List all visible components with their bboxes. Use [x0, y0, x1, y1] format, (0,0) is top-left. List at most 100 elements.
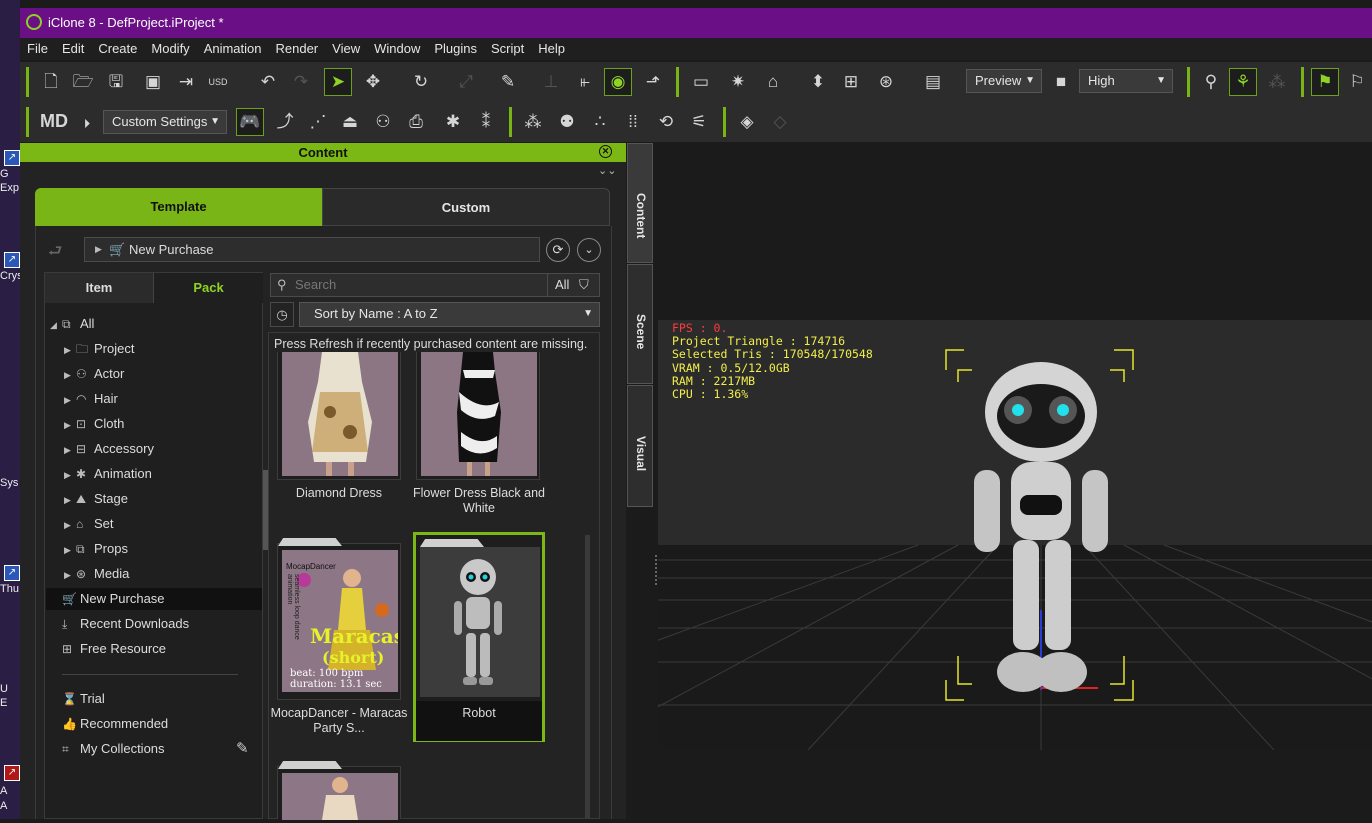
- tab-template[interactable]: Template: [35, 188, 322, 226]
- desktop-shortcut-icon[interactable]: ↗: [4, 565, 20, 581]
- attach-icon[interactable]: ⬏: [640, 69, 666, 95]
- filter-icon[interactable]: ⛉: [579, 274, 589, 296]
- expand-down-icon[interactable]: ⌄: [577, 238, 601, 262]
- motion-director-logo-icon[interactable]: MD: [37, 108, 71, 134]
- loop-icon[interactable]: ⟲: [653, 109, 679, 135]
- new-file-icon[interactable]: 🗋: [38, 69, 64, 95]
- home-icon[interactable]: ⌂: [760, 69, 786, 95]
- subtab-pack[interactable]: Pack: [153, 273, 263, 303]
- gamepad-icon[interactable]: 🎮: [236, 108, 264, 136]
- desktop-shortcut-icon[interactable]: ↗: [4, 765, 20, 781]
- display-mode-icon[interactable]: ▤: [920, 69, 946, 95]
- back-icon[interactable]: ⮐: [48, 240, 62, 267]
- tree-item-props[interactable]: ▶ ⧉ Props: [64, 538, 276, 560]
- tree-item-project[interactable]: ▶ 🗀 Project: [64, 338, 276, 360]
- area-icon[interactable]: ⏏: [337, 109, 363, 135]
- usd-export-icon[interactable]: USD: [205, 69, 231, 95]
- menu-modify[interactable]: Modify: [144, 38, 196, 56]
- physics-icon[interactable]: ⚲: [1198, 69, 1224, 95]
- rotate-tool-icon[interactable]: ↻: [408, 69, 434, 95]
- softcloth-icon[interactable]: ⚘: [1229, 68, 1257, 96]
- collapse-chevron-icon[interactable]: ⌄⌄: [598, 164, 616, 177]
- flag-icon[interactable]: ⚐: [1344, 69, 1370, 95]
- preview-mode-dropdown[interactable]: Preview ▼: [966, 69, 1042, 93]
- history-clock-icon[interactable]: ◷: [270, 302, 294, 327]
- tree-item-accessory[interactable]: ▶ ⊟ Accessory: [64, 438, 276, 460]
- frame-selected-icon[interactable]: ⊞: [838, 69, 864, 95]
- visibility-eye-icon[interactable]: ◉: [604, 68, 632, 96]
- custom-settings-dropdown[interactable]: Custom Settings ▼: [103, 110, 227, 134]
- content-item-diamond-dress[interactable]: [277, 352, 401, 480]
- align-left-icon[interactable]: ⫦: [572, 69, 598, 95]
- menu-plugins[interactable]: Plugins: [427, 38, 484, 56]
- align-icon[interactable]: ⊥: [538, 69, 564, 95]
- orbit-icon[interactable]: ⊛: [873, 69, 899, 95]
- light-icon[interactable]: ✷: [725, 69, 751, 95]
- scatter-icon[interactable]: ∴: [587, 109, 613, 135]
- tree-item-all[interactable]: ◢ ⧉ All: [50, 313, 262, 335]
- side-tab-content[interactable]: Content: [627, 143, 653, 263]
- menu-view[interactable]: View: [325, 38, 367, 56]
- breadcrumb[interactable]: ▶ 🛒 New Purchase: [84, 237, 540, 262]
- tree-item-stage[interactable]: ▶ ⛰ Stage: [64, 488, 276, 510]
- mirror-off-icon[interactable]: ◇: [767, 109, 793, 135]
- close-icon[interactable]: ✕: [599, 145, 612, 158]
- grid-dots-icon[interactable]: ⁞⁞: [620, 109, 646, 135]
- link-recent-downloads[interactable]: ⤓ Recent Downloads: [62, 613, 274, 635]
- menu-file[interactable]: File: [20, 38, 55, 56]
- path-icon[interactable]: ⤴: [272, 109, 298, 135]
- select-tool-icon[interactable]: ➤: [324, 68, 352, 96]
- mirror-icon[interactable]: ◈: [734, 109, 760, 135]
- footsteps-icon[interactable]: ⁑: [473, 109, 499, 135]
- redo-icon[interactable]: ↷: [288, 69, 314, 95]
- fit-view-icon[interactable]: ⬍: [805, 69, 831, 95]
- menu-edit[interactable]: Edit: [55, 38, 91, 56]
- tree-item-actor[interactable]: ▶ ⚇ Actor: [64, 363, 276, 385]
- crowd-formation-icon[interactable]: ⚉: [554, 109, 580, 135]
- content-item-mocapdancer[interactable]: MocapDancer seamless loop dance animatio…: [277, 538, 401, 700]
- tree-item-hair[interactable]: ▶ ◠ Hair: [64, 388, 276, 410]
- grid-scrollbar[interactable]: [585, 535, 590, 819]
- save-icon[interactable]: 🖫: [103, 69, 129, 95]
- menu-render[interactable]: Render: [269, 38, 326, 56]
- search-input[interactable]: ⚲ Search All ⛉: [270, 273, 600, 297]
- undo-icon[interactable]: ↶: [255, 69, 281, 95]
- quality-dropdown[interactable]: High ▼: [1079, 69, 1173, 93]
- pick-parent-icon[interactable]: ✎: [495, 69, 521, 95]
- camera-view-icon[interactable]: ▭: [688, 69, 714, 95]
- group-icon[interactable]: ⚇: [370, 109, 396, 135]
- content-item-partial[interactable]: [277, 761, 401, 820]
- move-tool-icon[interactable]: ✥: [360, 69, 386, 95]
- tree-item-media[interactable]: ▶ ⊛ Media: [64, 563, 276, 585]
- waypoint-icon[interactable]: ⋰: [305, 109, 331, 135]
- link-free-resource[interactable]: ⊞ Free Resource: [62, 638, 274, 660]
- tree-item-set[interactable]: ▶ ⌂ Set: [64, 513, 276, 535]
- export-icon[interactable]: ⇥: [173, 69, 199, 95]
- crowd-icon[interactable]: ⁂: [520, 109, 546, 135]
- link-trial[interactable]: ⌛ Trial: [62, 688, 274, 710]
- scale-tool-icon[interactable]: ⤢: [453, 69, 479, 95]
- menu-help[interactable]: Help: [531, 38, 572, 56]
- desktop-shortcut-icon[interactable]: ↗: [4, 150, 20, 166]
- sliders-icon[interactable]: ⚟: [686, 109, 712, 135]
- camera-icon[interactable]: ■: [1048, 69, 1074, 95]
- import-icon[interactable]: ▣: [140, 69, 166, 95]
- figure-icon[interactable]: ✱: [440, 109, 466, 135]
- viewport-splitter[interactable]: [655, 555, 660, 585]
- tree-item-cloth[interactable]: ▶ ⊡ Cloth: [64, 413, 276, 435]
- motion-icon[interactable]: ⚑: [1311, 68, 1339, 96]
- open-folder-icon[interactable]: 🗁: [70, 69, 96, 95]
- menu-script[interactable]: Script: [484, 38, 531, 56]
- sort-dropdown[interactable]: Sort by Name : A to Z ▼: [299, 302, 600, 327]
- refresh-icon[interactable]: ⟳: [546, 238, 570, 262]
- tab-custom[interactable]: Custom: [322, 188, 610, 226]
- menu-window[interactable]: Window: [367, 38, 427, 56]
- menu-create[interactable]: Create: [91, 38, 144, 56]
- subtab-item[interactable]: Item: [45, 273, 153, 303]
- script-icon[interactable]: ⎙: [403, 109, 429, 135]
- link-new-purchase[interactable]: 🛒 New Purchase: [46, 588, 262, 610]
- rigid-body-icon[interactable]: ⁂: [1264, 69, 1290, 95]
- menu-animation[interactable]: Animation: [197, 38, 269, 56]
- edit-pencil-icon[interactable]: ✎: [236, 739, 249, 757]
- filter-label[interactable]: All: [555, 274, 569, 296]
